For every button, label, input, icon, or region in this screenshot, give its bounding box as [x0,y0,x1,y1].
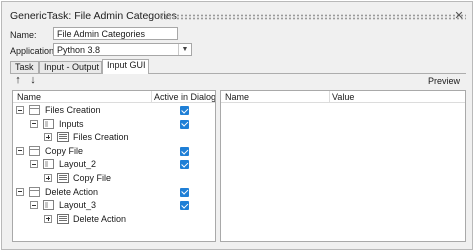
column-header-prop-value[interactable]: Value [332,92,354,102]
widget-icon [57,173,69,183]
name-label: Name: [10,30,37,40]
title-bar[interactable]: GenericTask: File Admin Categories ✕ [10,10,466,24]
move-down-icon[interactable]: ↓ [28,74,38,86]
active-checkbox[interactable] [180,106,189,115]
active-checkbox[interactable] [180,160,189,170]
folder-icon [29,145,40,156]
application-label: Application: [10,46,57,56]
tree-row-label: Files Creation [73,132,129,143]
gui-tree[interactable]: Name Active in Dialog Files Creation Inpu… [12,90,216,242]
collapse-icon[interactable] [30,119,38,128]
tree-row-label: Delete Action [45,186,99,197]
tree-header: Name Active in Dialog [13,91,215,103]
tree-row[interactable]: Delete Action [13,213,215,226]
group-icon [43,159,54,170]
expand-icon[interactable] [44,133,52,142]
tree-row[interactable]: Layout_3 [13,199,215,212]
collapse-icon[interactable] [30,160,38,169]
properties-header: Name Value [221,91,465,103]
generic-task-dialog: GenericTask: File Admin Categories ✕ Nam… [1,1,473,250]
tree-row[interactable]: Inputs [13,118,215,131]
collapse-icon[interactable] [16,187,24,196]
group-icon [43,118,54,129]
move-up-icon[interactable]: ↑ [13,74,23,86]
chevron-down-icon[interactable]: ▼ [178,44,191,55]
column-header-name[interactable]: Name [17,92,41,102]
application-select-value: Python 3.8 [57,45,101,55]
close-button[interactable]: ✕ [452,9,466,23]
tree-row-label: Copy File [73,173,112,183]
tree-row[interactable]: Copy File [13,145,215,158]
active-checkbox[interactable] [180,146,189,156]
collapse-icon[interactable] [30,201,38,210]
tree-row-label: Layout_3 [59,200,97,211]
widget-icon [57,132,69,143]
tab-input-gui[interactable]: Input GUI [102,59,149,74]
tree-row-label: Delete Action [73,213,127,224]
widget-icon [57,213,69,224]
collapse-icon[interactable] [16,146,24,155]
drag-grip[interactable] [160,14,466,20]
tree-row[interactable]: Copy File [13,172,215,185]
column-divider[interactable] [151,91,152,103]
tree-row-label: Copy File [45,145,84,156]
column-header-prop-name[interactable]: Name [225,92,249,102]
application-select[interactable]: Python 3.8 ▼ [53,43,192,56]
name-field[interactable]: File Admin Categories [53,27,178,40]
dialog-title: GenericTask: File Admin Categories [10,10,177,22]
folder-icon [29,186,40,197]
expand-icon[interactable] [44,174,52,182]
preview-button[interactable]: Preview [428,76,460,86]
active-checkbox[interactable] [180,201,189,211]
column-header-active[interactable]: Active in Dialog [154,92,215,102]
group-icon [43,200,54,211]
active-checkbox[interactable] [180,119,189,129]
tree-row[interactable]: Layout_2 [13,158,215,171]
folder-icon [29,105,40,115]
properties-grid[interactable]: Name Value [220,90,466,242]
expand-icon[interactable] [44,214,52,223]
tab-divider [10,73,466,74]
tab-bar: Task Input - Output Input GUI [10,59,468,74]
tree-row-label: Inputs [59,118,84,129]
tree-row[interactable]: Delete Action [13,186,215,199]
tree-row[interactable]: Files Creation [13,104,215,117]
collapse-icon[interactable] [16,106,24,114]
active-checkbox[interactable] [180,187,189,197]
tree-row-label: Layout_2 [59,159,97,170]
tree-row[interactable]: Files Creation [13,131,215,144]
tree-row-label: Files Creation [45,105,101,115]
column-divider[interactable] [329,91,330,103]
